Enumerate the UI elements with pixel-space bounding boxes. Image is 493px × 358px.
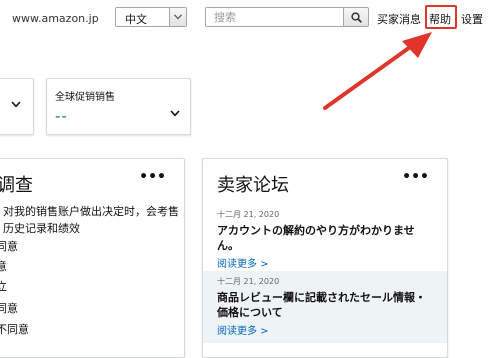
survey-card: 调查 ••• 对我的销售账户做出决定时，会考售历史记录和绩效 同意 意 立 同意…: [0, 158, 185, 358]
read-more-link[interactable]: 阅读更多 >: [217, 322, 433, 337]
chevron-down-icon: [11, 101, 21, 108]
search-icon: [351, 12, 362, 23]
post-date: 十二月 21, 2020: [217, 277, 280, 286]
buyer-messages-link[interactable]: 买家消息: [377, 11, 421, 27]
site-domain: www.amazon.jp: [12, 12, 99, 25]
language-select[interactable]: 中文: [115, 7, 187, 27]
global-promotion-sales-card[interactable]: 全球促销销售 --: [46, 78, 191, 135]
post-title[interactable]: アカウントの解約のやり方がわかりません。: [217, 223, 433, 253]
language-selected-value: 中文: [125, 13, 147, 26]
survey-option[interactable]: 意: [0, 258, 7, 274]
survey-option[interactable]: 同意: [0, 300, 18, 316]
survey-option[interactable]: 不同意: [0, 321, 29, 337]
survey-more-options-button[interactable]: •••: [139, 169, 166, 185]
promo-title: 全球促销销售: [55, 92, 115, 103]
survey-option[interactable]: 立: [0, 278, 7, 294]
post-date: 十二月 21, 2020: [217, 210, 280, 219]
read-more-link[interactable]: 阅读更多 >: [217, 255, 433, 270]
help-highlight-box: [425, 5, 457, 29]
search-button[interactable]: [343, 7, 369, 27]
survey-description: 对我的销售账户做出决定时，会考售历史记录和绩效: [3, 205, 179, 235]
left-dropdown-card[interactable]: [0, 78, 34, 135]
settings-link[interactable]: 设置: [461, 11, 483, 27]
forum-title: 卖家论坛: [217, 175, 289, 196]
chevron-down-icon: [170, 110, 180, 117]
forum-post[interactable]: 十二月 21, 2020 商品レビュー欄に記載されたセール情報・価格について 阅…: [203, 271, 447, 343]
search-input[interactable]: [205, 7, 344, 27]
survey-title: 调查: [0, 175, 33, 196]
survey-option[interactable]: 同意: [0, 238, 18, 254]
post-title[interactable]: 商品レビュー欄に記載されたセール情報・価格について: [217, 290, 433, 320]
chevron-down-icon: [174, 14, 182, 20]
language-dropdown-button[interactable]: [169, 8, 186, 26]
promo-value: --: [55, 107, 68, 125]
seller-forum-card: 卖家论坛 ••• 十二月 21, 2020 アカウントの解約のやり方がわかりませ…: [202, 158, 448, 358]
forum-post[interactable]: 十二月 21, 2020 アカウントの解約のやり方がわかりません。 阅读更多 >: [203, 204, 447, 271]
forum-more-options-button[interactable]: •••: [402, 169, 429, 185]
